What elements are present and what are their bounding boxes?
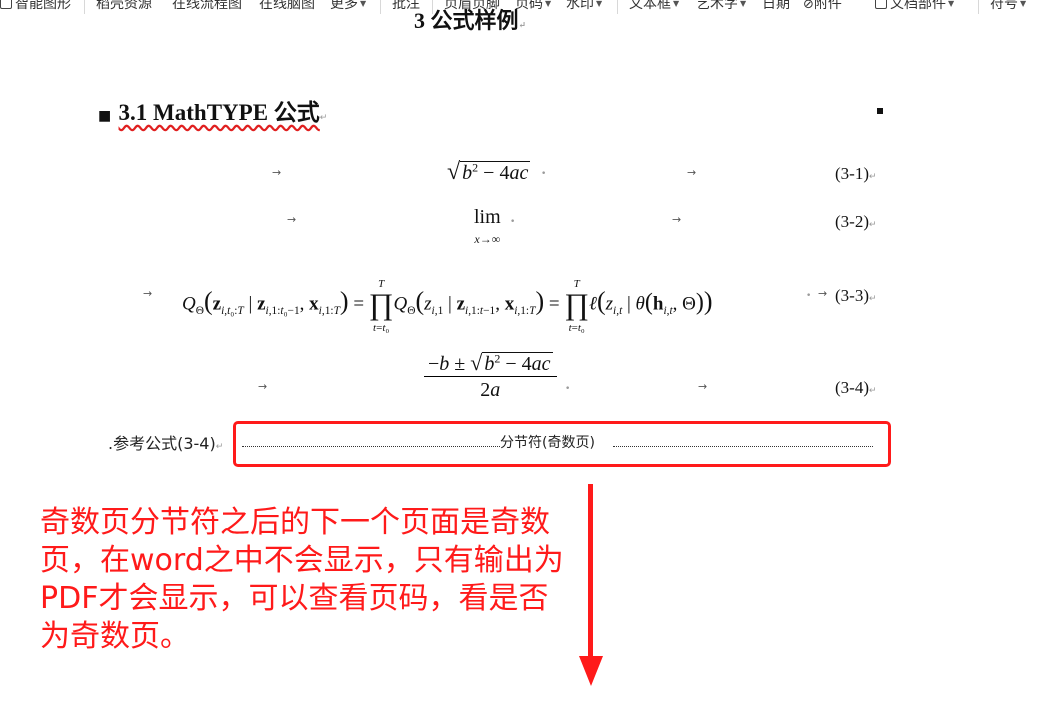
equation-3-4: −b ± √ b2 − 4ac 2a xyxy=(424,350,557,402)
equation-3-3: QΘ(zi,t₀:T | zi,1:t₀−1, xi,1:T) = T ∏ t=t₀… xyxy=(182,278,713,334)
chevron-down-icon: ▼ xyxy=(596,0,603,8)
paragraph-mark-icon: ↵ xyxy=(518,20,527,30)
object-anchor-mark: • xyxy=(806,291,812,301)
tb-online-flowchart[interactable]: 在线流程图 xyxy=(172,0,242,13)
equation-number: (3-4)↵ xyxy=(835,378,877,397)
tab-mark-icon: → xyxy=(818,287,828,300)
equation-3-2: lim x→∞ xyxy=(474,206,501,246)
heading-bullet: ■ xyxy=(98,108,112,124)
object-anchor-mark: • xyxy=(565,384,571,394)
down-arrow-icon xyxy=(579,484,603,686)
paragraph-mark-icon: ↵ xyxy=(868,219,877,229)
highlight-box xyxy=(233,421,891,467)
tab-mark-icon: → xyxy=(698,380,708,393)
section-heading-text: 3.1 MathTYPE 公式 xyxy=(118,100,320,125)
equation-number: (3-1)↵ xyxy=(835,164,877,183)
object-anchor-mark: • xyxy=(541,169,547,179)
tab-mark-icon: → xyxy=(272,166,282,179)
paperclip-icon: ⊘ xyxy=(803,0,814,12)
chevron-down-icon: ▼ xyxy=(545,0,552,8)
reference-text[interactable]: .参考公式(3-4)↵ xyxy=(108,430,223,454)
toolbar-divider xyxy=(978,0,979,14)
chevron-down-icon: ▼ xyxy=(360,0,367,8)
toolbar-divider xyxy=(617,0,618,14)
equation-3-1: √ b2 − 4ac xyxy=(447,159,531,185)
tb-watermark[interactable]: 水印 ▼ xyxy=(566,0,602,13)
toolbar-divider xyxy=(84,0,85,14)
doc-parts-icon xyxy=(875,0,887,9)
tb-wordart[interactable]: 艺术字 ▼ xyxy=(696,0,746,13)
tab-mark-icon: → xyxy=(687,166,697,179)
tab-mark-icon: → xyxy=(672,213,682,226)
paragraph-mark-icon: ↵ xyxy=(319,113,328,123)
tab-mark-icon: → xyxy=(258,380,268,393)
paragraph-mark-icon: ↵ xyxy=(868,171,877,181)
annotation-text: 奇数页分节符之后的下一个页面是奇数页，在word之中不会显示，只有输出为PDF才… xyxy=(40,505,564,654)
smart-graphic-icon xyxy=(0,0,12,9)
chevron-down-icon: ▼ xyxy=(948,0,955,8)
tb-date[interactable]: 日期 xyxy=(762,0,790,13)
tb-symbol[interactable]: 符号 ▼ xyxy=(990,0,1026,13)
section-heading: ■ 3.1 MathTYPE 公式↵ xyxy=(98,98,327,133)
tab-mark-icon: → xyxy=(143,287,153,300)
tb-doc-parts[interactable]: 文档部件 ▼ xyxy=(875,0,954,13)
document-page: 3 公式样例↵ ■ 3.1 MathTYPE 公式↵ → √ b2 − 4ac •… xyxy=(0,10,1040,727)
paragraph-mark-icon: ↵ xyxy=(868,385,877,395)
tb-docer-resources[interactable]: 稻壳资源 xyxy=(96,0,152,13)
chevron-down-icon: ▼ xyxy=(740,0,747,8)
paragraph-mark-icon: ↵ xyxy=(215,442,224,452)
paragraph-mark-icon: ↵ xyxy=(868,293,877,303)
equation-number: (3-3)↵ xyxy=(835,286,877,305)
object-anchor-mark: • xyxy=(510,217,516,227)
tb-attachment[interactable]: ⊘附件 xyxy=(803,0,842,14)
tb-smart-graphic[interactable]: 智能图形 xyxy=(0,0,71,13)
tb-textbox[interactable]: 文本框 ▼ xyxy=(629,0,679,13)
chapter-title: 3 公式样例↵ xyxy=(414,8,527,33)
heading-end-marker xyxy=(877,108,883,114)
toolbar-divider xyxy=(380,0,381,14)
tab-mark-icon: → xyxy=(287,213,297,226)
tb-online-mindmap[interactable]: 在线脑图 xyxy=(259,0,315,13)
chevron-down-icon: ▼ xyxy=(673,0,680,8)
chevron-down-icon: ▼ xyxy=(1020,0,1027,8)
tb-more[interactable]: 更多 ▼ xyxy=(330,0,366,13)
equation-number: (3-2)↵ xyxy=(835,212,877,231)
